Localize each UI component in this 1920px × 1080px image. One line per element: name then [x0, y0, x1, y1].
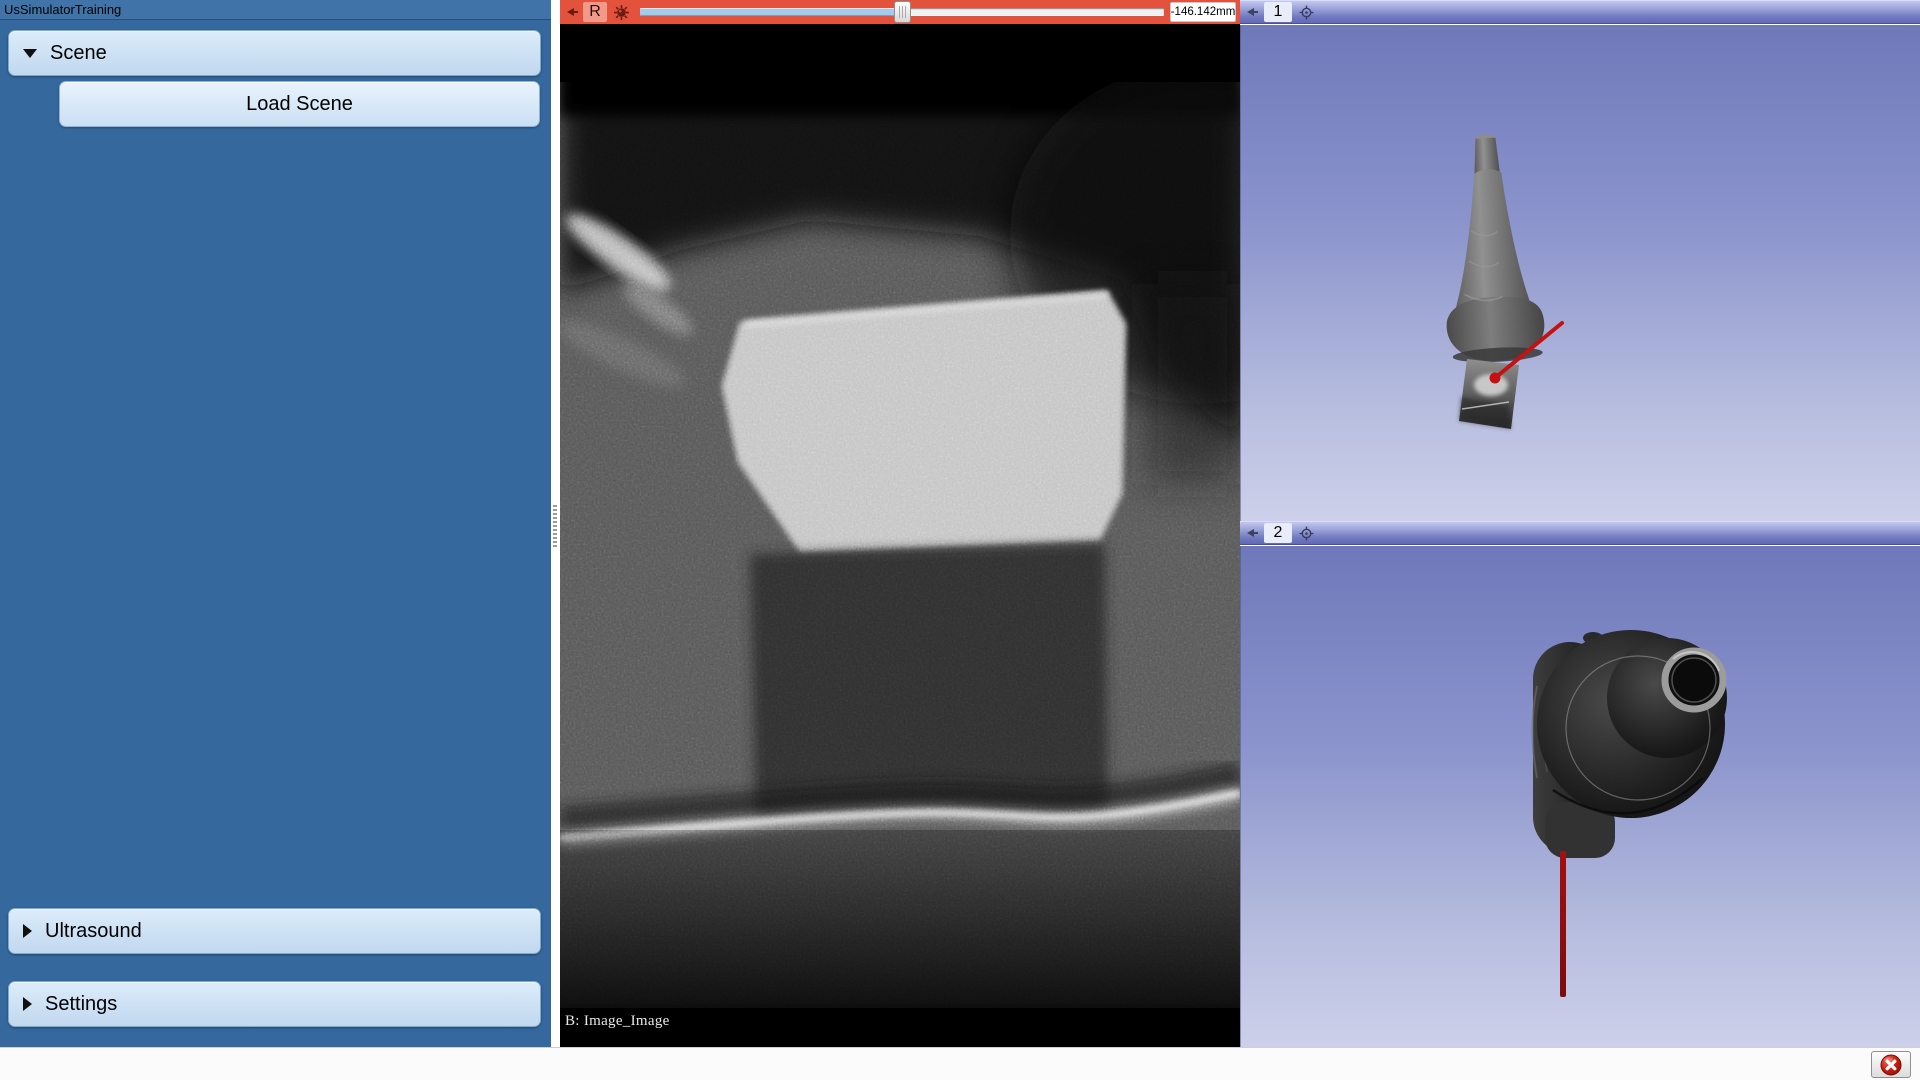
- section-header-settings[interactable]: Settings: [8, 981, 541, 1027]
- ultrasound-speckle-texture: [560, 82, 1240, 1004]
- minimize-view-button[interactable]: [1247, 8, 1258, 16]
- render-view-2[interactable]: [1240, 546, 1920, 1047]
- minimize-view-button[interactable]: [567, 8, 578, 16]
- corner-annotation: B: Image_Image: [565, 1013, 670, 1030]
- render-view-1[interactable]: [1240, 25, 1920, 521]
- view1-header: 1: [1240, 0, 1920, 24]
- slice-slider[interactable]: [640, 0, 1164, 24]
- sidebar: UsSimulatorTraining Scene Load Scene Ult…: [0, 0, 551, 1047]
- view1-label: 1: [1264, 2, 1292, 22]
- window-title: UsSimulatorTraining: [0, 0, 551, 20]
- red-needle-line: [1560, 851, 1566, 997]
- probe-top-3d-model: [1241, 546, 1917, 1047]
- application-window: UsSimulatorTraining Scene Load Scene Ult…: [0, 0, 1920, 1080]
- minimize-view-button[interactable]: [1247, 529, 1258, 537]
- view2-label: 2: [1264, 523, 1292, 543]
- load-scene-button[interactable]: Load Scene: [59, 81, 540, 127]
- section-label-settings: Settings: [45, 993, 117, 1016]
- triangle-right-icon: [23, 924, 32, 938]
- triangle-down-icon: [23, 49, 37, 58]
- close-button[interactable]: [1871, 1051, 1911, 1078]
- slice-navigation-bar: R -146.142mm: [560, 0, 1240, 24]
- crosshair-icon[interactable]: [1299, 5, 1314, 20]
- ultrasound-image-viewport[interactable]: B: Image_Image: [560, 24, 1240, 1047]
- triangle-right-icon: [23, 997, 32, 1011]
- panel-splitter[interactable]: [551, 0, 560, 1047]
- slider-handle[interactable]: [894, 1, 911, 23]
- view2-header: 2: [1240, 521, 1920, 545]
- crosshair-icon[interactable]: [1299, 526, 1314, 541]
- pin-icon[interactable]: [613, 4, 630, 21]
- close-icon: [1880, 1054, 1902, 1076]
- section-header-ultrasound[interactable]: Ultrasound: [8, 908, 541, 954]
- section-header-scene[interactable]: Scene: [8, 30, 541, 76]
- render-view-column: 1: [1240, 0, 1920, 1047]
- orientation-badge: R: [583, 2, 607, 22]
- slider-fill: [640, 8, 902, 16]
- slice-position-value: -146.142mm: [1170, 2, 1236, 22]
- section-label-scene: Scene: [50, 42, 107, 65]
- ultrasound-panel: R -146.142mm: [560, 0, 1240, 1047]
- splitter-grip-icon: [553, 505, 557, 547]
- status-bar: [0, 1047, 1920, 1080]
- section-label-ultrasound: Ultrasound: [45, 920, 142, 943]
- probe-3d-model: [1241, 25, 1917, 521]
